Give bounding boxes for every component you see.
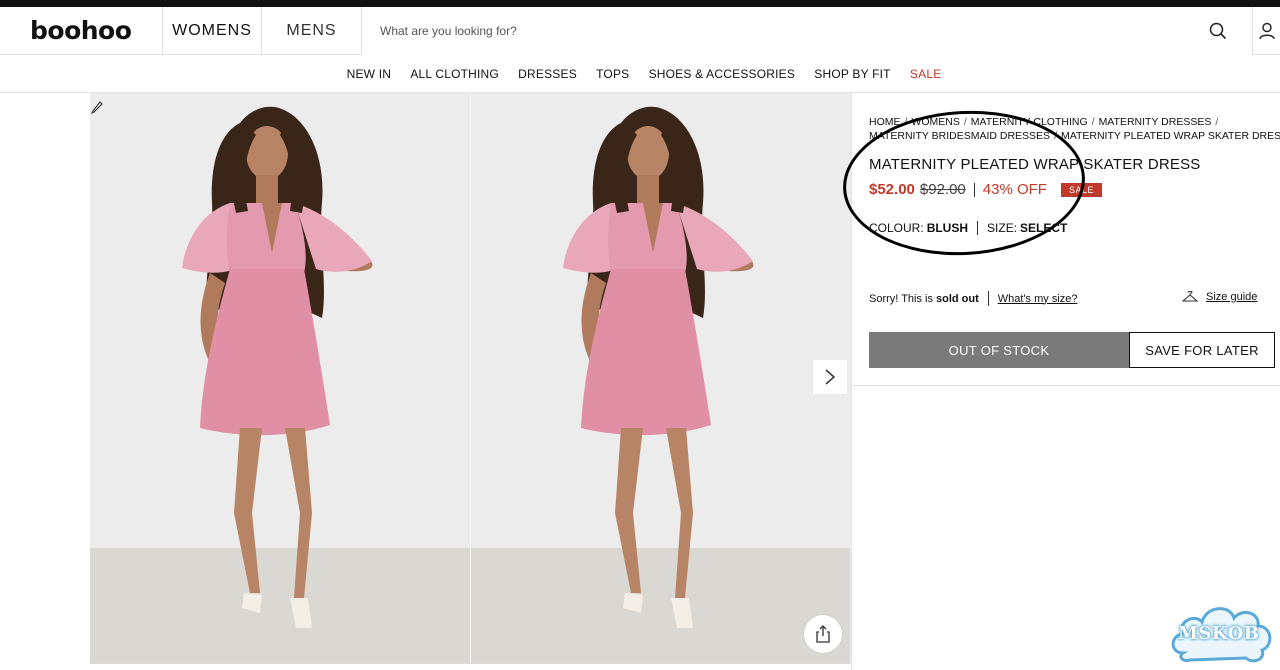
browser-top-strip <box>0 0 1280 7</box>
pencil-icon[interactable] <box>90 100 104 115</box>
stock-message: Sorry! This is <box>869 292 933 305</box>
boohoo-logo[interactable]: boohoo <box>30 16 132 45</box>
nav-tops[interactable]: TOPS <box>587 67 639 81</box>
site-header: boohoo WOMENS MENS <box>0 7 1280 55</box>
colour-value[interactable]: BLUSH <box>927 221 968 235</box>
tab-womens[interactable]: WOMENS <box>162 7 262 55</box>
size-guide-label: Size guide <box>1206 291 1258 303</box>
nav-dresses[interactable]: DRESSES <box>509 67 587 81</box>
product-options: COLOUR: BLUSH SIZE: SELECT <box>869 221 1067 235</box>
price-divider <box>973 182 975 197</box>
out-of-stock-button[interactable]: OUT OF STOCK <box>869 332 1129 368</box>
search-icon[interactable] <box>1206 19 1230 43</box>
product-image-front[interactable] <box>90 93 470 663</box>
nav-sale[interactable]: SALE <box>900 67 951 81</box>
sale-badge: SALE <box>1060 182 1102 197</box>
breadcrumb-womens[interactable]: WOMENS <box>911 116 959 128</box>
watermark-text: MSKOB <box>1178 623 1260 644</box>
gallery-bottom-border <box>90 663 851 670</box>
hanger-icon <box>1182 291 1198 302</box>
size-value[interactable]: SELECT <box>1020 221 1067 235</box>
main-navigation: NEW IN ALL CLOTHING DRESSES TOPS SHOES &… <box>0 55 1280 93</box>
breadcrumb: HOME / WOMENS / MATERNITY CLOTHING / MATERNITY… <box>869 115 1280 143</box>
stock-divider <box>987 291 989 306</box>
next-image-chevron-icon[interactable] <box>813 360 847 394</box>
product-title: MATERNITY PLEATED WRAP SKATER DRESS <box>869 156 1201 173</box>
search-input[interactable] <box>362 7 1252 55</box>
breadcrumb-separator: / <box>1215 116 1219 128</box>
nav-new-in[interactable]: NEW IN <box>337 67 401 81</box>
price-row: $52.00 $92.00 43% OFF SALE <box>869 181 1102 198</box>
discount-label: 43% OFF <box>982 181 1047 198</box>
size-guide-link[interactable]: Size guide <box>1182 291 1257 303</box>
breadcrumb-separator: / <box>1054 130 1057 142</box>
breadcrumb-maternity-dresses[interactable]: MATERNITY DRESSES <box>1099 116 1212 128</box>
breadcrumb-maternity-clothing[interactable]: MATERNITY CLOTHING <box>971 116 1088 128</box>
nav-all-clothing[interactable]: ALL CLOTHING <box>401 67 509 81</box>
original-price: $92.00 <box>919 181 966 198</box>
breadcrumb-maternity-bridesmaid-dresses[interactable]: MATERNITY BRIDESMAID DRESSES <box>869 130 1050 142</box>
product-details-panel: HOME / WOMENS / MATERNITY CLOTHING / MATERNITY… <box>851 93 1280 670</box>
whats-my-size-link[interactable]: What's my size? <box>998 293 1078 305</box>
product-image-side[interactable] <box>470 93 850 663</box>
breadcrumb-current-product[interactable]: MATERNITY PLEATED WRAP SKATER DRESS <box>1061 130 1280 142</box>
breadcrumb-separator: / <box>963 116 967 128</box>
save-for-later-button[interactable]: SAVE FOR LATER <box>1129 332 1275 368</box>
share-icon[interactable] <box>804 615 842 653</box>
options-divider <box>977 221 979 235</box>
breadcrumb-separator: / <box>904 116 908 128</box>
current-price: $52.00 <box>869 181 915 198</box>
breadcrumb-home[interactable]: HOME <box>869 116 901 128</box>
nav-shop-by-fit[interactable]: SHOP BY FIT <box>805 67 901 81</box>
account-icon[interactable] <box>1252 7 1280 55</box>
size-label: SIZE: <box>987 221 1018 235</box>
stock-status-row: Sorry! This is sold out What's my size? <box>869 291 1078 306</box>
panel-divider <box>852 385 1280 386</box>
colour-label: COLOUR: <box>869 221 924 235</box>
breadcrumb-separator: / <box>1091 116 1095 128</box>
tab-mens[interactable]: MENS <box>262 7 362 55</box>
product-gallery <box>90 93 851 663</box>
sold-out-text: sold out <box>935 292 979 305</box>
nav-shoes-accessories[interactable]: SHOES & ACCESSORIES <box>639 67 805 81</box>
